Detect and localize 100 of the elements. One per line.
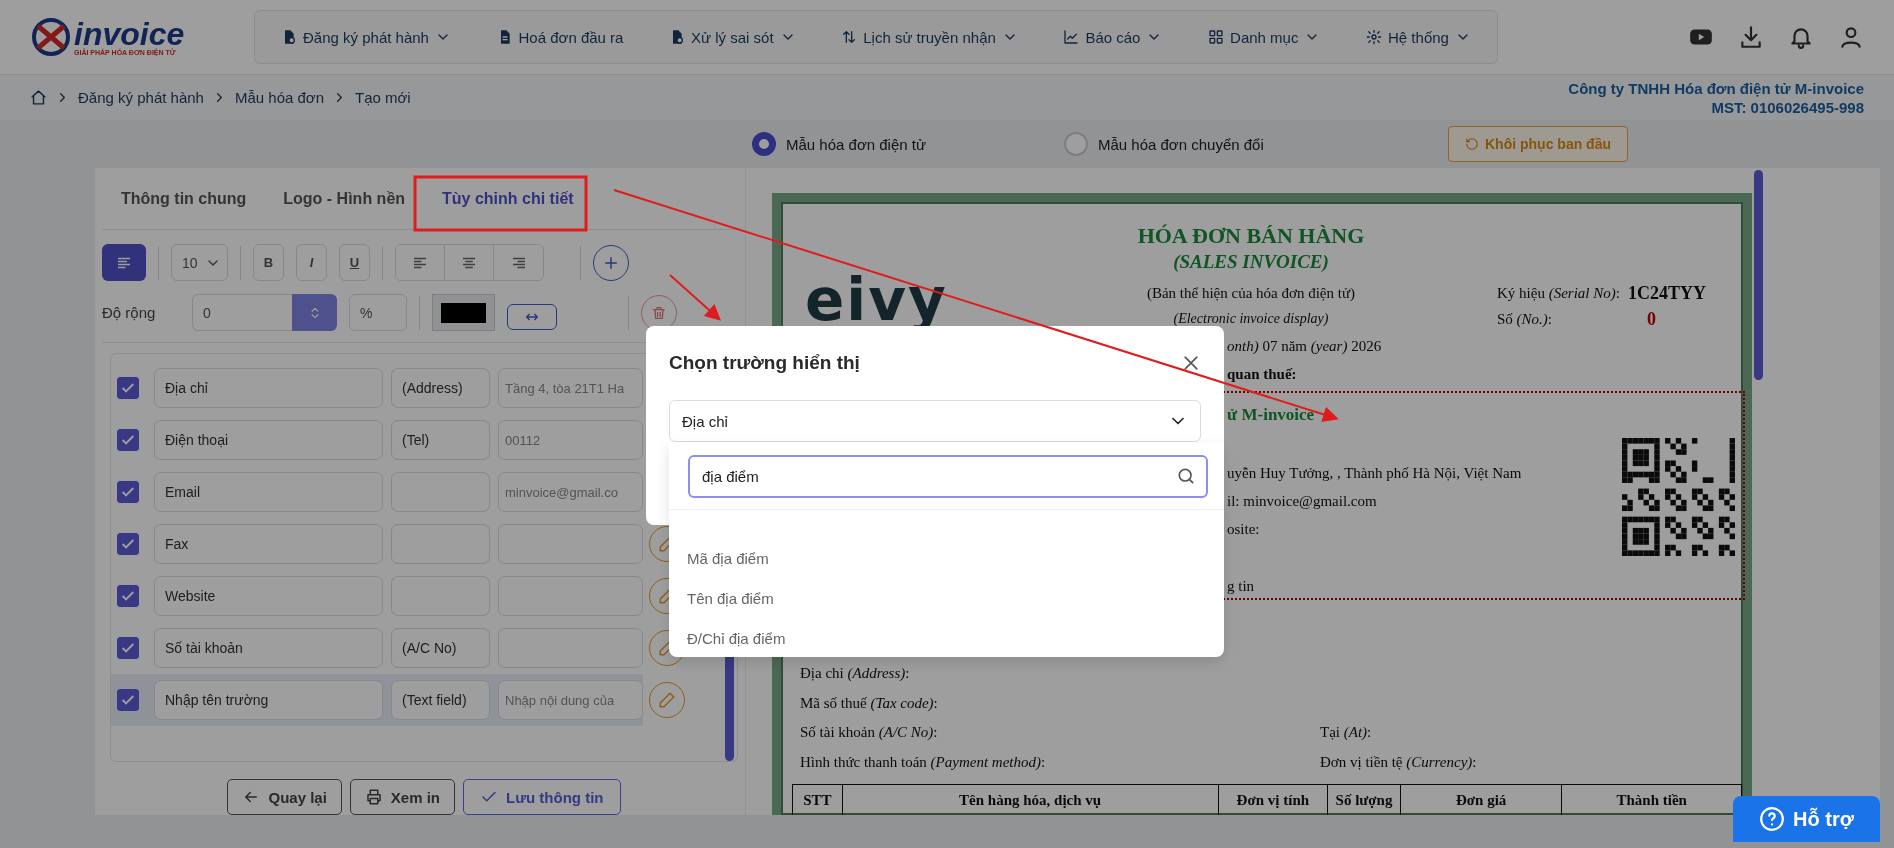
scrollbar[interactable] xyxy=(1754,170,1763,380)
font-size-select[interactable]: 10 xyxy=(171,244,228,282)
tax-code: MST: 0106026495-998 xyxy=(1710,97,1864,117)
tab[interactable]: Logo - Hình nền xyxy=(283,181,406,216)
spinner-button[interactable] xyxy=(292,294,337,332)
field-label-input[interactable] xyxy=(391,472,490,513)
field-label-input[interactable] xyxy=(391,576,490,617)
checkbox[interactable] xyxy=(117,429,139,452)
text-style-button[interactable] xyxy=(102,244,146,282)
field-name-input[interactable]: Website xyxy=(154,576,383,617)
trash-icon xyxy=(651,304,667,321)
radio-button[interactable] xyxy=(752,132,776,156)
field-label-input[interactable]: (Tel) xyxy=(391,420,490,461)
serial-value: 1C24TYY xyxy=(1627,282,1706,305)
back-button[interactable]: Quay lại xyxy=(227,779,342,815)
table-header: Đơn giá xyxy=(1400,784,1562,815)
nav-menu-item[interactable]: Lịch sử truyền nhận xyxy=(839,24,1020,50)
nav-menu-item[interactable]: Danh mục xyxy=(1206,24,1323,50)
field-row[interactable]: Địa chỉ (Address) Tầng 4, tòa 21T1 Ha xyxy=(111,362,643,415)
buyer-field-label: Số tài khoản (A/C No): xyxy=(800,723,939,742)
nav-menu-item[interactable]: Đăng ký phát hành xyxy=(279,24,453,50)
field-name-input[interactable]: Email xyxy=(154,472,383,513)
nav-menu-item[interactable]: Hệ thống xyxy=(1364,24,1473,50)
buyer-field-label: Đơn vị tiền tệ (Currency): xyxy=(1320,752,1478,772)
field-row[interactable]: Website xyxy=(111,570,643,623)
tab[interactable]: Thông tin chung xyxy=(121,181,247,216)
logo-text: invoice xyxy=(74,18,185,49)
close-button[interactable] xyxy=(1181,353,1201,373)
field-label-input[interactable]: (Address) xyxy=(391,368,490,409)
field-row[interactable]: Số tài khoản (A/C No) xyxy=(111,622,643,675)
radio-option[interactable]: Mẫu hóa đơn chuyển đổi xyxy=(1063,132,1264,156)
checkbox[interactable] xyxy=(117,637,139,660)
home-icon xyxy=(30,89,47,106)
field-label-input[interactable]: (Text field) xyxy=(391,680,490,721)
field-value-input[interactable] xyxy=(498,576,643,617)
user-icon xyxy=(1838,24,1864,50)
tab[interactable]: Tùy chỉnh chi tiết xyxy=(442,181,574,216)
company-logo: eivy xyxy=(805,272,949,332)
save-button[interactable]: Lưu thông tin xyxy=(463,779,621,815)
field-value-input[interactable]: Tầng 4, tòa 21T1 Ha xyxy=(498,368,643,409)
breadcrumb-link[interactable]: Tạo mới xyxy=(355,89,411,106)
italic-button[interactable]: I xyxy=(296,244,327,282)
question-circle-icon xyxy=(1759,806,1786,832)
field-name-input[interactable]: Nhập tên trường xyxy=(154,680,383,721)
width-input[interactable]: 0 xyxy=(192,294,292,332)
unit-field[interactable]: % xyxy=(349,294,407,332)
color-picker[interactable] xyxy=(432,294,495,332)
checkbox[interactable] xyxy=(117,377,139,400)
checkbox[interactable] xyxy=(117,533,139,556)
field-row[interactable]: Nhập tên trường (Text field) Nhập nội dung của xyxy=(111,674,643,727)
field-value-input[interactable]: 00112 xyxy=(498,420,643,461)
underline-button[interactable]: U xyxy=(339,244,370,282)
field-select[interactable]: Địa chỉ xyxy=(669,400,1201,442)
dropdown-option[interactable]: Đ/Chỉ địa điểm xyxy=(669,618,1224,658)
number-value: 0 xyxy=(1647,308,1656,331)
radio-option[interactable]: Mẫu hóa đơn điện tử xyxy=(752,132,926,156)
seller-address: uyễn Huy Tưởng, , Thành phố Hà Nội, Việt Nam xyxy=(1227,464,1523,483)
download-icon xyxy=(1738,24,1764,50)
add-button[interactable] xyxy=(593,244,629,281)
field-name-input[interactable]: Số tài khoản xyxy=(154,628,383,669)
print-button[interactable]: Xem in xyxy=(349,779,455,815)
field-value-input[interactable]: Nhập nội dung của xyxy=(498,680,643,721)
field-row[interactable]: Điện thoại (Tel) 00112 xyxy=(111,414,643,467)
field-row[interactable]: Email minvoice@gmail.co xyxy=(111,466,643,519)
checkbox[interactable] xyxy=(117,481,139,504)
field-value-input[interactable] xyxy=(498,628,643,669)
field-value-input[interactable] xyxy=(498,524,643,565)
checkbox[interactable] xyxy=(117,689,139,712)
seller-note: g tin xyxy=(1227,577,1256,596)
breadcrumb-link[interactable]: Đăng ký phát hành xyxy=(78,89,204,106)
align-left-button[interactable] xyxy=(396,245,445,281)
invoice-title: HÓA ĐƠN BÁN HÀNG xyxy=(1136,222,1366,250)
seller-website: osite: xyxy=(1227,520,1261,539)
invoice-note: (Bản thể hiện của hóa đơn điện tử) xyxy=(1145,284,1357,303)
nav-menu-item[interactable]: Xử lý sai sót xyxy=(667,24,798,50)
swap-button[interactable] xyxy=(507,303,557,330)
checkbox[interactable] xyxy=(117,585,139,608)
help-button[interactable]: Hỗ trợ xyxy=(1733,796,1880,842)
search-field[interactable]: địa điểm xyxy=(688,455,1208,498)
sort-arrows-icon xyxy=(841,29,858,45)
width-label: Độ rộng xyxy=(102,304,157,322)
nav-menu-item[interactable]: Hoá đơn đầu ra xyxy=(494,24,626,50)
bold-button[interactable]: B xyxy=(253,244,284,282)
field-label-input[interactable]: (A/C No) xyxy=(391,628,490,669)
breadcrumb-link[interactable]: Mẫu hóa đơn xyxy=(234,89,324,106)
search-icon xyxy=(1176,466,1196,486)
field-name-input[interactable]: Địa chỉ xyxy=(154,368,383,409)
nav-menu-item[interactable]: Báo cáo xyxy=(1061,24,1165,50)
dropdown-option[interactable]: Mã địa điểm xyxy=(669,538,1224,578)
buyer-field-label: Địa chỉ (Address): xyxy=(800,664,911,683)
invoice-subtitle: (SALES INVOICE) xyxy=(1172,250,1330,274)
field-name-input[interactable]: Fax xyxy=(154,524,383,565)
field-value-input[interactable]: minvoice@gmail.co xyxy=(498,472,643,513)
dropdown-option[interactable]: Tên địa điểm xyxy=(669,578,1224,618)
field-name-input[interactable]: Điện thoại xyxy=(154,420,383,461)
field-row[interactable]: Fax xyxy=(111,518,643,571)
gear-icon xyxy=(1366,29,1383,45)
seller-email: il: minvoice@gmail.com xyxy=(1227,492,1378,511)
field-label-input[interactable] xyxy=(391,524,490,565)
invoice-note: (Electronic invoice display) xyxy=(1172,310,1330,328)
